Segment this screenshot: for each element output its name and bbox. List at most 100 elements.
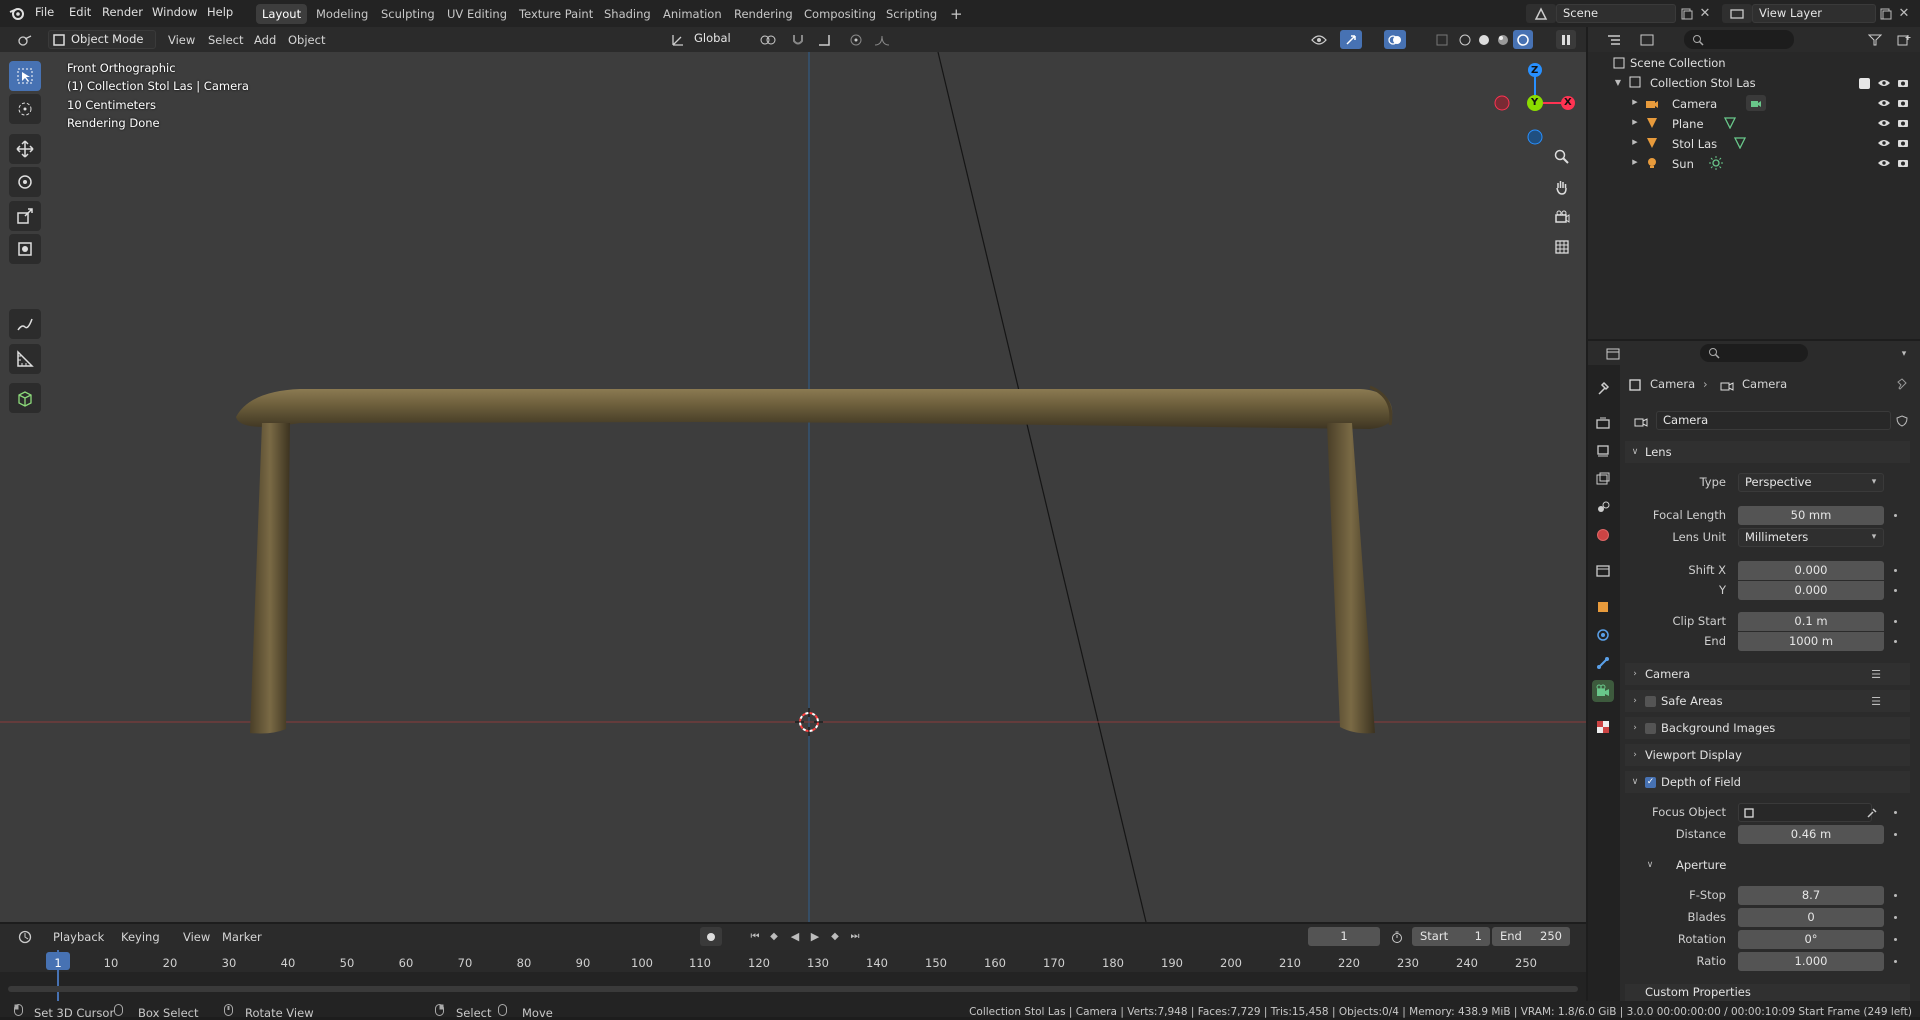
menu-object[interactable]: Object [288,33,325,47]
keyframe-dot[interactable] [1894,620,1897,623]
keyframe-dot[interactable] [1894,960,1897,963]
visibility-icon[interactable] [1304,30,1334,49]
properties-search-input[interactable] [1700,344,1808,362]
display-mode-icon[interactable] [1632,30,1662,49]
menu-file[interactable]: File [35,5,54,19]
menu-playback[interactable]: Playback [53,930,104,944]
measure-tool[interactable] [9,344,41,374]
tab-layout[interactable]: Layout [256,4,308,24]
move-tool[interactable] [9,134,41,164]
properties-editor-icon[interactable] [1598,344,1628,363]
next-keyframe-icon[interactable]: ◆ [826,927,844,946]
collection-label[interactable]: Collection Stol Las [1650,76,1756,90]
menu-keying[interactable]: Keying [121,930,160,944]
solid-shading-icon[interactable] [1475,30,1493,49]
expand-arrow-icon[interactable]: ▶ [1630,137,1640,147]
lens-type-select[interactable]: Perspective [1738,473,1884,492]
background-images-panel-header[interactable]: Background Images [1625,717,1910,739]
scene-tab-icon[interactable] [1592,496,1614,518]
keyframe-dot[interactable] [1894,916,1897,919]
breadcrumb-object[interactable]: Camera [1650,377,1695,391]
eye-icon[interactable] [1877,97,1891,109]
sun-data-icon[interactable] [1708,155,1724,171]
tab-modeling[interactable]: Modeling [310,4,374,24]
tab-sculpting[interactable]: Sculpting [375,4,441,24]
play-reverse-icon[interactable]: ◀ [786,927,804,946]
xray-icon[interactable] [1432,30,1452,49]
keyframe-dot[interactable] [1894,514,1897,517]
world-tab-icon[interactable] [1592,524,1614,546]
menu-render[interactable]: Render [102,5,143,19]
view-layer-icon[interactable] [1722,4,1752,23]
keyframe-dot[interactable] [1894,589,1897,592]
texture-tab-icon[interactable] [1592,716,1614,738]
menu-add[interactable]: Add [254,33,276,47]
custom-properties-panel-header[interactable]: Custom Properties [1625,984,1910,1001]
jump-end-icon[interactable]: ⏭ [846,927,864,946]
outliner-item-camera[interactable]: Camera [1672,95,1717,113]
pan-hand-icon[interactable] [1549,174,1575,200]
annotate-tool[interactable] [9,309,41,339]
presets-list-icon[interactable]: ☰ [1868,666,1884,682]
remove-scene-icon[interactable]: ✕ [1697,4,1713,23]
fstop-field[interactable]: 8.7 [1738,886,1884,905]
pivot-icon[interactable] [754,30,782,49]
current-frame-field[interactable]: 1 [1308,927,1380,946]
scene-icon[interactable] [1526,4,1556,23]
new-view-layer-icon[interactable] [1877,4,1895,23]
editor-type-icon[interactable] [10,30,40,49]
stopwatch-icon[interactable] [1386,927,1408,946]
menu-help[interactable]: Help [207,5,233,19]
zoom-icon[interactable] [1549,144,1575,170]
menu-timeline-view[interactable]: View [183,930,210,944]
collection-tab-icon[interactable] [1592,560,1614,582]
tool-settings-tab-icon[interactable] [1592,377,1614,399]
viewport-3d[interactable]: Front Orthographic (1) Collection Stol L… [0,27,1586,922]
scene-collection-label[interactable]: Scene Collection [1630,56,1726,70]
render-camera-icon[interactable] [1896,76,1910,90]
keyframe-dot[interactable] [1894,640,1897,643]
eye-icon[interactable] [1877,117,1891,129]
chevron-down-icon[interactable]: ▾ [1896,344,1912,363]
distance-field[interactable]: 0.46 m [1738,825,1884,844]
remove-view-layer-icon[interactable]: ✕ [1896,4,1912,23]
rotate-tool[interactable] [9,167,41,197]
mesh-data-icon[interactable] [1722,115,1738,131]
play-icon[interactable]: ▶ [806,927,824,946]
object-tab-icon[interactable] [1592,596,1614,618]
camera-view-icon[interactable] [1549,204,1575,230]
shift-y-field[interactable]: 0.000 [1738,581,1884,600]
add-workspace-button[interactable]: + [944,4,969,24]
lens-panel-header[interactable]: Lens [1625,441,1910,463]
eye-icon[interactable] [1877,137,1891,149]
constraints-tab-icon[interactable] [1592,652,1614,674]
menu-view[interactable]: View [168,33,195,47]
keyframe-dot[interactable] [1894,811,1897,814]
cursor-tool[interactable] [9,94,41,124]
render-camera-icon[interactable] [1896,156,1910,170]
outliner-editor-icon[interactable] [1600,30,1628,49]
physics-tab-icon[interactable] [1592,624,1614,646]
new-collection-icon[interactable] [1894,30,1914,49]
expand-arrow-icon[interactable]: ▼ [1612,76,1624,88]
keyframe-dot[interactable] [1894,894,1897,897]
fake-user-shield-icon[interactable] [1893,411,1911,430]
render-tab-icon[interactable] [1592,412,1614,434]
tab-scripting[interactable]: Scripting [880,4,943,24]
view-layer-tab-icon[interactable] [1592,468,1614,490]
tab-shading[interactable]: Shading [598,4,657,24]
expand-arrow-icon[interactable]: ▶ [1630,97,1640,107]
depth-of-field-panel-header[interactable]: Depth of Field [1625,771,1910,793]
blender-logo-icon[interactable] [8,4,26,22]
orientation-selector[interactable]: Global [688,30,746,49]
scrollbar[interactable] [8,986,1578,992]
eye-icon[interactable] [1877,77,1891,89]
proportional-edit-icon[interactable] [846,30,866,49]
outliner-item-stol-las[interactable]: Stol Las [1672,135,1717,153]
expand-arrow-icon[interactable]: ▶ [1630,117,1640,127]
falloff-icon[interactable] [868,30,896,49]
tab-uv-editing[interactable]: UV Editing [441,4,513,24]
ortho-grid-icon[interactable] [1549,234,1575,260]
lens-unit-select[interactable]: Millimeters [1738,528,1884,547]
menu-window[interactable]: Window [152,5,197,19]
